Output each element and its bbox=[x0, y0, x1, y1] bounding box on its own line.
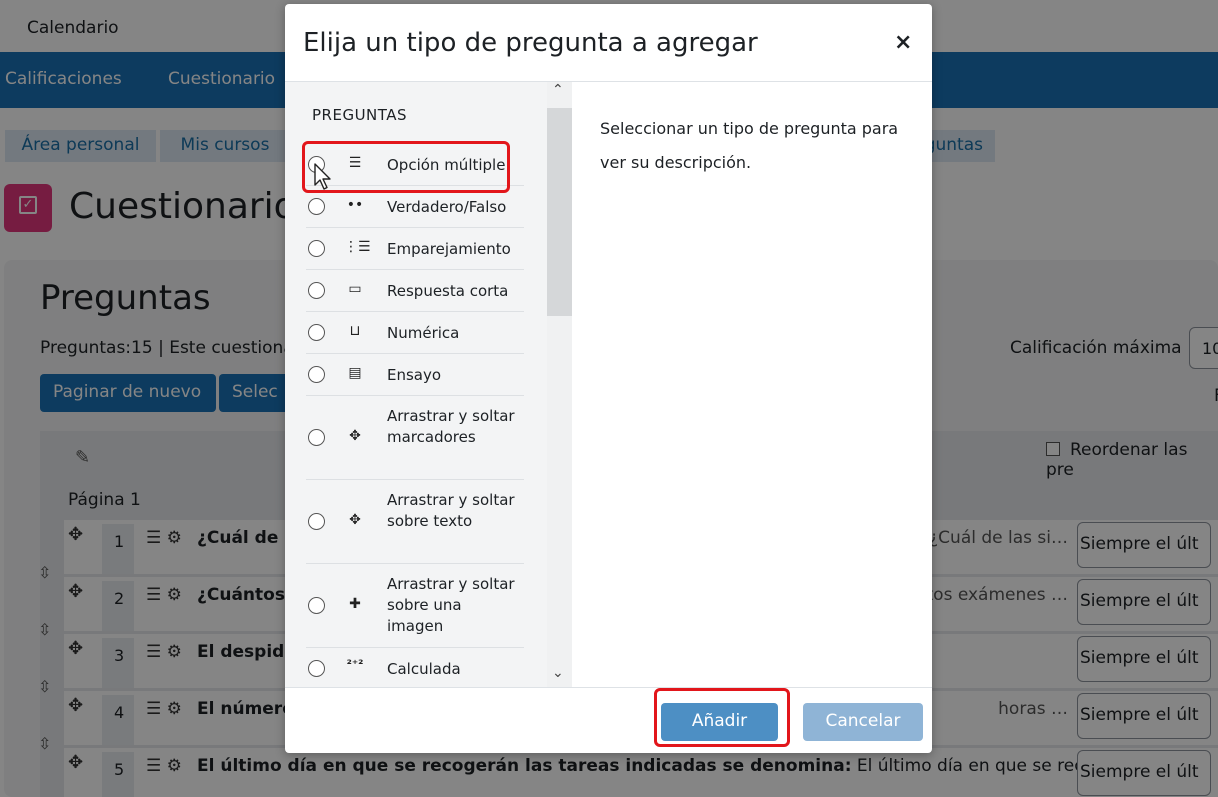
radio-button[interactable] bbox=[308, 597, 325, 614]
type-label: Respuesta corta bbox=[387, 282, 509, 300]
drag-markers-icon: ✥ bbox=[349, 428, 361, 444]
type-label: Verdadero/Falso bbox=[387, 198, 507, 216]
list-scrollbar[interactable]: ⌃ ⌄ bbox=[547, 82, 572, 687]
type-option-ddwtos[interactable]: ✥ Arrastrar y soltar sobre texto bbox=[306, 480, 524, 564]
dialog-title: Elija un tipo de pregunta a agregar bbox=[303, 28, 758, 58]
cancel-button[interactable]: Cancelar bbox=[803, 703, 923, 741]
type-label: Emparejamiento bbox=[387, 240, 511, 258]
type-label: Arrastrar y soltar marcadores bbox=[387, 407, 515, 446]
radio-button[interactable] bbox=[308, 198, 325, 215]
dialog-footer: Añadir Cancelar bbox=[285, 687, 932, 753]
category-label: PREGUNTAS bbox=[312, 106, 408, 124]
mouse-cursor-icon bbox=[314, 163, 331, 190]
type-option-essay[interactable]: ▤ Ensayo bbox=[306, 354, 524, 396]
type-option-match[interactable]: ⋮☰ Emparejamiento bbox=[306, 228, 524, 270]
radio-button[interactable] bbox=[308, 429, 325, 446]
close-icon[interactable]: × bbox=[894, 30, 912, 55]
radio-button[interactable] bbox=[308, 324, 325, 341]
type-label: Arrastrar y soltar sobre una imagen bbox=[387, 575, 515, 635]
scrollbar-thumb[interactable] bbox=[547, 108, 572, 316]
dots-icon: •• bbox=[346, 197, 364, 213]
highlight-box-add bbox=[654, 688, 790, 747]
numeric-icon: ⊔ bbox=[349, 323, 361, 339]
type-label: Calculada bbox=[387, 660, 461, 678]
matching-icon: ⋮☰ bbox=[344, 239, 371, 255]
calculated-icon: ²⁺² bbox=[346, 657, 364, 671]
essay-icon: ▤ bbox=[348, 365, 362, 381]
type-label: Numérica bbox=[387, 324, 460, 342]
type-option-shortanswer[interactable]: ▭ Respuesta corta bbox=[306, 270, 524, 312]
chevron-up-icon[interactable]: ⌃ bbox=[552, 82, 564, 98]
type-option-ddmarker[interactable]: ✥ Arrastrar y soltar marcadores bbox=[306, 396, 524, 480]
type-label: Arrastrar y soltar sobre texto bbox=[387, 491, 515, 530]
drag-image-icon: ✚ bbox=[349, 596, 361, 612]
type-option-numerical[interactable]: ⊔ Numérica bbox=[306, 312, 524, 354]
type-label: Ensayo bbox=[387, 366, 442, 384]
dialog-header: Elija un tipo de pregunta a agregar × bbox=[285, 4, 932, 82]
radio-button[interactable] bbox=[308, 366, 325, 383]
drag-text-icon: ✥ bbox=[349, 512, 361, 528]
short-answer-icon: ▭ bbox=[348, 281, 362, 297]
type-option-ddimageortext[interactable]: ✚ Arrastrar y soltar sobre una imagen bbox=[306, 564, 524, 648]
radio-button[interactable] bbox=[308, 660, 325, 677]
radio-button[interactable] bbox=[308, 282, 325, 299]
chevron-down-icon[interactable]: ⌄ bbox=[552, 665, 564, 681]
type-description: Seleccionar un tipo de pregunta para ver… bbox=[600, 119, 899, 172]
radio-button[interactable] bbox=[308, 240, 325, 257]
type-option-calculated[interactable]: ²⁺² Calculada bbox=[306, 648, 524, 687]
radio-button[interactable] bbox=[308, 513, 325, 530]
question-type-dialog: Elija un tipo de pregunta a agregar × PR… bbox=[285, 4, 932, 753]
